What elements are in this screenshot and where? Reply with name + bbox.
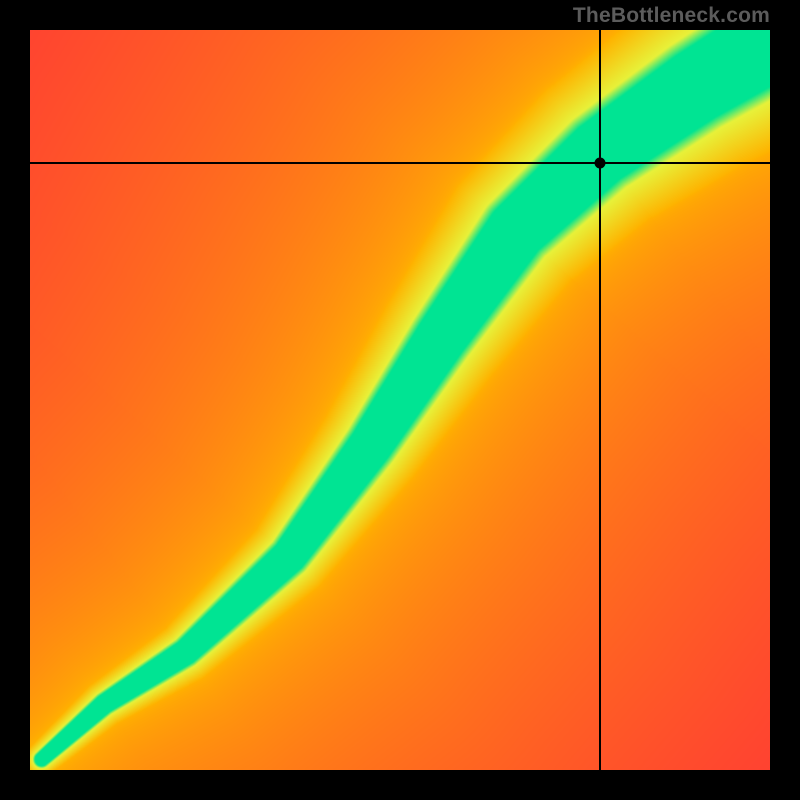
crosshair-horizontal <box>30 162 770 164</box>
marker-dot <box>594 158 605 169</box>
watermark-text: TheBottleneck.com <box>573 4 770 28</box>
chart-frame: TheBottleneck.com <box>0 0 800 800</box>
heatmap-plot <box>30 30 770 770</box>
crosshair-vertical <box>599 30 601 770</box>
heatmap-canvas <box>30 30 770 770</box>
